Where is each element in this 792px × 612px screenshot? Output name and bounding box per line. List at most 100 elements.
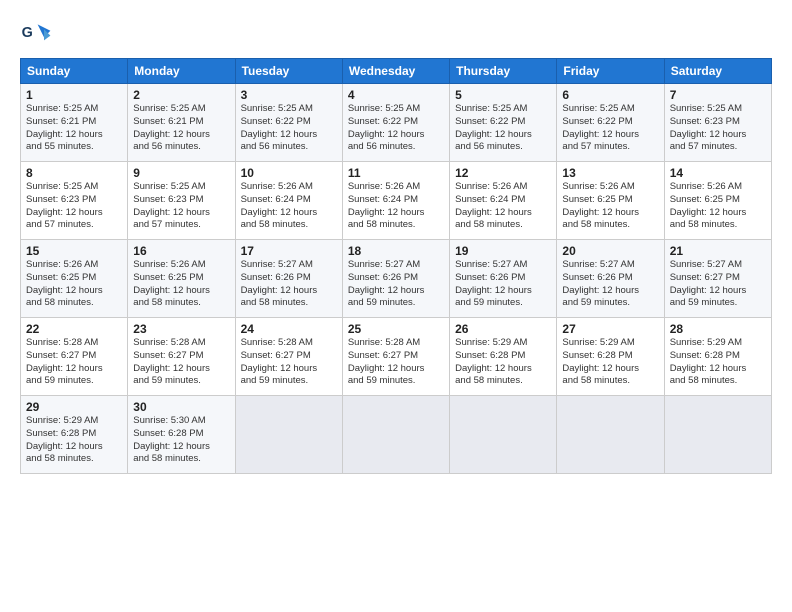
calendar-table: Sunday Monday Tuesday Wednesday Thursday…: [20, 58, 772, 474]
day-number: 2: [133, 88, 229, 102]
col-sunday: Sunday: [21, 59, 128, 84]
calendar-cell: 14Sunrise: 5:26 AMSunset: 6:25 PMDayligh…: [664, 162, 771, 240]
day-info: Sunrise: 5:28 AMSunset: 6:27 PMDaylight:…: [133, 337, 229, 388]
day-number: 4: [348, 88, 444, 102]
calendar-cell: 26Sunrise: 5:29 AMSunset: 6:28 PMDayligh…: [450, 318, 557, 396]
calendar-cell: [450, 396, 557, 474]
calendar-cell: 5Sunrise: 5:25 AMSunset: 6:22 PMDaylight…: [450, 84, 557, 162]
day-info: Sunrise: 5:26 AMSunset: 6:25 PMDaylight:…: [26, 259, 122, 310]
col-saturday: Saturday: [664, 59, 771, 84]
calendar-cell: 24Sunrise: 5:28 AMSunset: 6:27 PMDayligh…: [235, 318, 342, 396]
day-number: 13: [562, 166, 658, 180]
calendar-cell: 22Sunrise: 5:28 AMSunset: 6:27 PMDayligh…: [21, 318, 128, 396]
calendar-cell: 25Sunrise: 5:28 AMSunset: 6:27 PMDayligh…: [342, 318, 449, 396]
day-info: Sunrise: 5:30 AMSunset: 6:28 PMDaylight:…: [133, 415, 229, 466]
day-number: 16: [133, 244, 229, 258]
day-number: 1: [26, 88, 122, 102]
day-info: Sunrise: 5:25 AMSunset: 6:23 PMDaylight:…: [26, 181, 122, 232]
day-info: Sunrise: 5:25 AMSunset: 6:22 PMDaylight:…: [562, 103, 658, 154]
day-number: 22: [26, 322, 122, 336]
calendar-cell: 11Sunrise: 5:26 AMSunset: 6:24 PMDayligh…: [342, 162, 449, 240]
calendar-cell: [664, 396, 771, 474]
day-number: 26: [455, 322, 551, 336]
day-number: 15: [26, 244, 122, 258]
day-number: 6: [562, 88, 658, 102]
day-number: 28: [670, 322, 766, 336]
day-info: Sunrise: 5:25 AMSunset: 6:22 PMDaylight:…: [455, 103, 551, 154]
day-info: Sunrise: 5:25 AMSunset: 6:21 PMDaylight:…: [26, 103, 122, 154]
calendar-cell: 21Sunrise: 5:27 AMSunset: 6:27 PMDayligh…: [664, 240, 771, 318]
day-info: Sunrise: 5:28 AMSunset: 6:27 PMDaylight:…: [241, 337, 337, 388]
calendar-header-row: Sunday Monday Tuesday Wednesday Thursday…: [21, 59, 772, 84]
col-tuesday: Tuesday: [235, 59, 342, 84]
svg-text:G: G: [22, 25, 33, 41]
page: G Sunday Monday Tuesday Wednesday Thursd…: [0, 0, 792, 612]
day-info: Sunrise: 5:29 AMSunset: 6:28 PMDaylight:…: [670, 337, 766, 388]
calendar-cell: 7Sunrise: 5:25 AMSunset: 6:23 PMDaylight…: [664, 84, 771, 162]
day-number: 21: [670, 244, 766, 258]
day-number: 18: [348, 244, 444, 258]
day-info: Sunrise: 5:26 AMSunset: 6:24 PMDaylight:…: [455, 181, 551, 232]
day-number: 24: [241, 322, 337, 336]
day-info: Sunrise: 5:27 AMSunset: 6:26 PMDaylight:…: [562, 259, 658, 310]
calendar-cell: 28Sunrise: 5:29 AMSunset: 6:28 PMDayligh…: [664, 318, 771, 396]
day-number: 12: [455, 166, 551, 180]
col-friday: Friday: [557, 59, 664, 84]
day-info: Sunrise: 5:25 AMSunset: 6:22 PMDaylight:…: [241, 103, 337, 154]
calendar-cell: 27Sunrise: 5:29 AMSunset: 6:28 PMDayligh…: [557, 318, 664, 396]
day-info: Sunrise: 5:25 AMSunset: 6:22 PMDaylight:…: [348, 103, 444, 154]
day-info: Sunrise: 5:29 AMSunset: 6:28 PMDaylight:…: [562, 337, 658, 388]
calendar-cell: 20Sunrise: 5:27 AMSunset: 6:26 PMDayligh…: [557, 240, 664, 318]
calendar-cell: 16Sunrise: 5:26 AMSunset: 6:25 PMDayligh…: [128, 240, 235, 318]
day-info: Sunrise: 5:26 AMSunset: 6:24 PMDaylight:…: [348, 181, 444, 232]
calendar-cell: 12Sunrise: 5:26 AMSunset: 6:24 PMDayligh…: [450, 162, 557, 240]
day-number: 27: [562, 322, 658, 336]
header: G: [20, 18, 772, 50]
calendar-cell: 3Sunrise: 5:25 AMSunset: 6:22 PMDaylight…: [235, 84, 342, 162]
calendar-cell: [557, 396, 664, 474]
logo: G: [20, 18, 56, 50]
day-info: Sunrise: 5:26 AMSunset: 6:25 PMDaylight:…: [133, 259, 229, 310]
day-number: 11: [348, 166, 444, 180]
logo-icon: G: [20, 18, 52, 50]
day-number: 30: [133, 400, 229, 414]
day-number: 19: [455, 244, 551, 258]
day-number: 29: [26, 400, 122, 414]
day-info: Sunrise: 5:26 AMSunset: 6:24 PMDaylight:…: [241, 181, 337, 232]
day-number: 3: [241, 88, 337, 102]
calendar-cell: 10Sunrise: 5:26 AMSunset: 6:24 PMDayligh…: [235, 162, 342, 240]
day-number: 14: [670, 166, 766, 180]
day-number: 23: [133, 322, 229, 336]
col-monday: Monday: [128, 59, 235, 84]
day-info: Sunrise: 5:27 AMSunset: 6:26 PMDaylight:…: [455, 259, 551, 310]
calendar-cell: 18Sunrise: 5:27 AMSunset: 6:26 PMDayligh…: [342, 240, 449, 318]
day-info: Sunrise: 5:28 AMSunset: 6:27 PMDaylight:…: [26, 337, 122, 388]
calendar-cell: 19Sunrise: 5:27 AMSunset: 6:26 PMDayligh…: [450, 240, 557, 318]
calendar-cell: 17Sunrise: 5:27 AMSunset: 6:26 PMDayligh…: [235, 240, 342, 318]
day-number: 9: [133, 166, 229, 180]
calendar-cell: 23Sunrise: 5:28 AMSunset: 6:27 PMDayligh…: [128, 318, 235, 396]
calendar-row: 1Sunrise: 5:25 AMSunset: 6:21 PMDaylight…: [21, 84, 772, 162]
calendar-row: 8Sunrise: 5:25 AMSunset: 6:23 PMDaylight…: [21, 162, 772, 240]
day-number: 5: [455, 88, 551, 102]
calendar-row: 29Sunrise: 5:29 AMSunset: 6:28 PMDayligh…: [21, 396, 772, 474]
day-info: Sunrise: 5:25 AMSunset: 6:21 PMDaylight:…: [133, 103, 229, 154]
calendar-cell: 30Sunrise: 5:30 AMSunset: 6:28 PMDayligh…: [128, 396, 235, 474]
day-number: 17: [241, 244, 337, 258]
day-number: 25: [348, 322, 444, 336]
col-thursday: Thursday: [450, 59, 557, 84]
calendar-cell: 13Sunrise: 5:26 AMSunset: 6:25 PMDayligh…: [557, 162, 664, 240]
day-info: Sunrise: 5:27 AMSunset: 6:26 PMDaylight:…: [348, 259, 444, 310]
day-info: Sunrise: 5:29 AMSunset: 6:28 PMDaylight:…: [455, 337, 551, 388]
day-info: Sunrise: 5:25 AMSunset: 6:23 PMDaylight:…: [133, 181, 229, 232]
calendar-cell: 8Sunrise: 5:25 AMSunset: 6:23 PMDaylight…: [21, 162, 128, 240]
day-info: Sunrise: 5:27 AMSunset: 6:27 PMDaylight:…: [670, 259, 766, 310]
col-wednesday: Wednesday: [342, 59, 449, 84]
day-info: Sunrise: 5:27 AMSunset: 6:26 PMDaylight:…: [241, 259, 337, 310]
day-info: Sunrise: 5:26 AMSunset: 6:25 PMDaylight:…: [670, 181, 766, 232]
day-info: Sunrise: 5:29 AMSunset: 6:28 PMDaylight:…: [26, 415, 122, 466]
calendar-cell: 4Sunrise: 5:25 AMSunset: 6:22 PMDaylight…: [342, 84, 449, 162]
calendar-row: 22Sunrise: 5:28 AMSunset: 6:27 PMDayligh…: [21, 318, 772, 396]
calendar-cell: [235, 396, 342, 474]
calendar-row: 15Sunrise: 5:26 AMSunset: 6:25 PMDayligh…: [21, 240, 772, 318]
